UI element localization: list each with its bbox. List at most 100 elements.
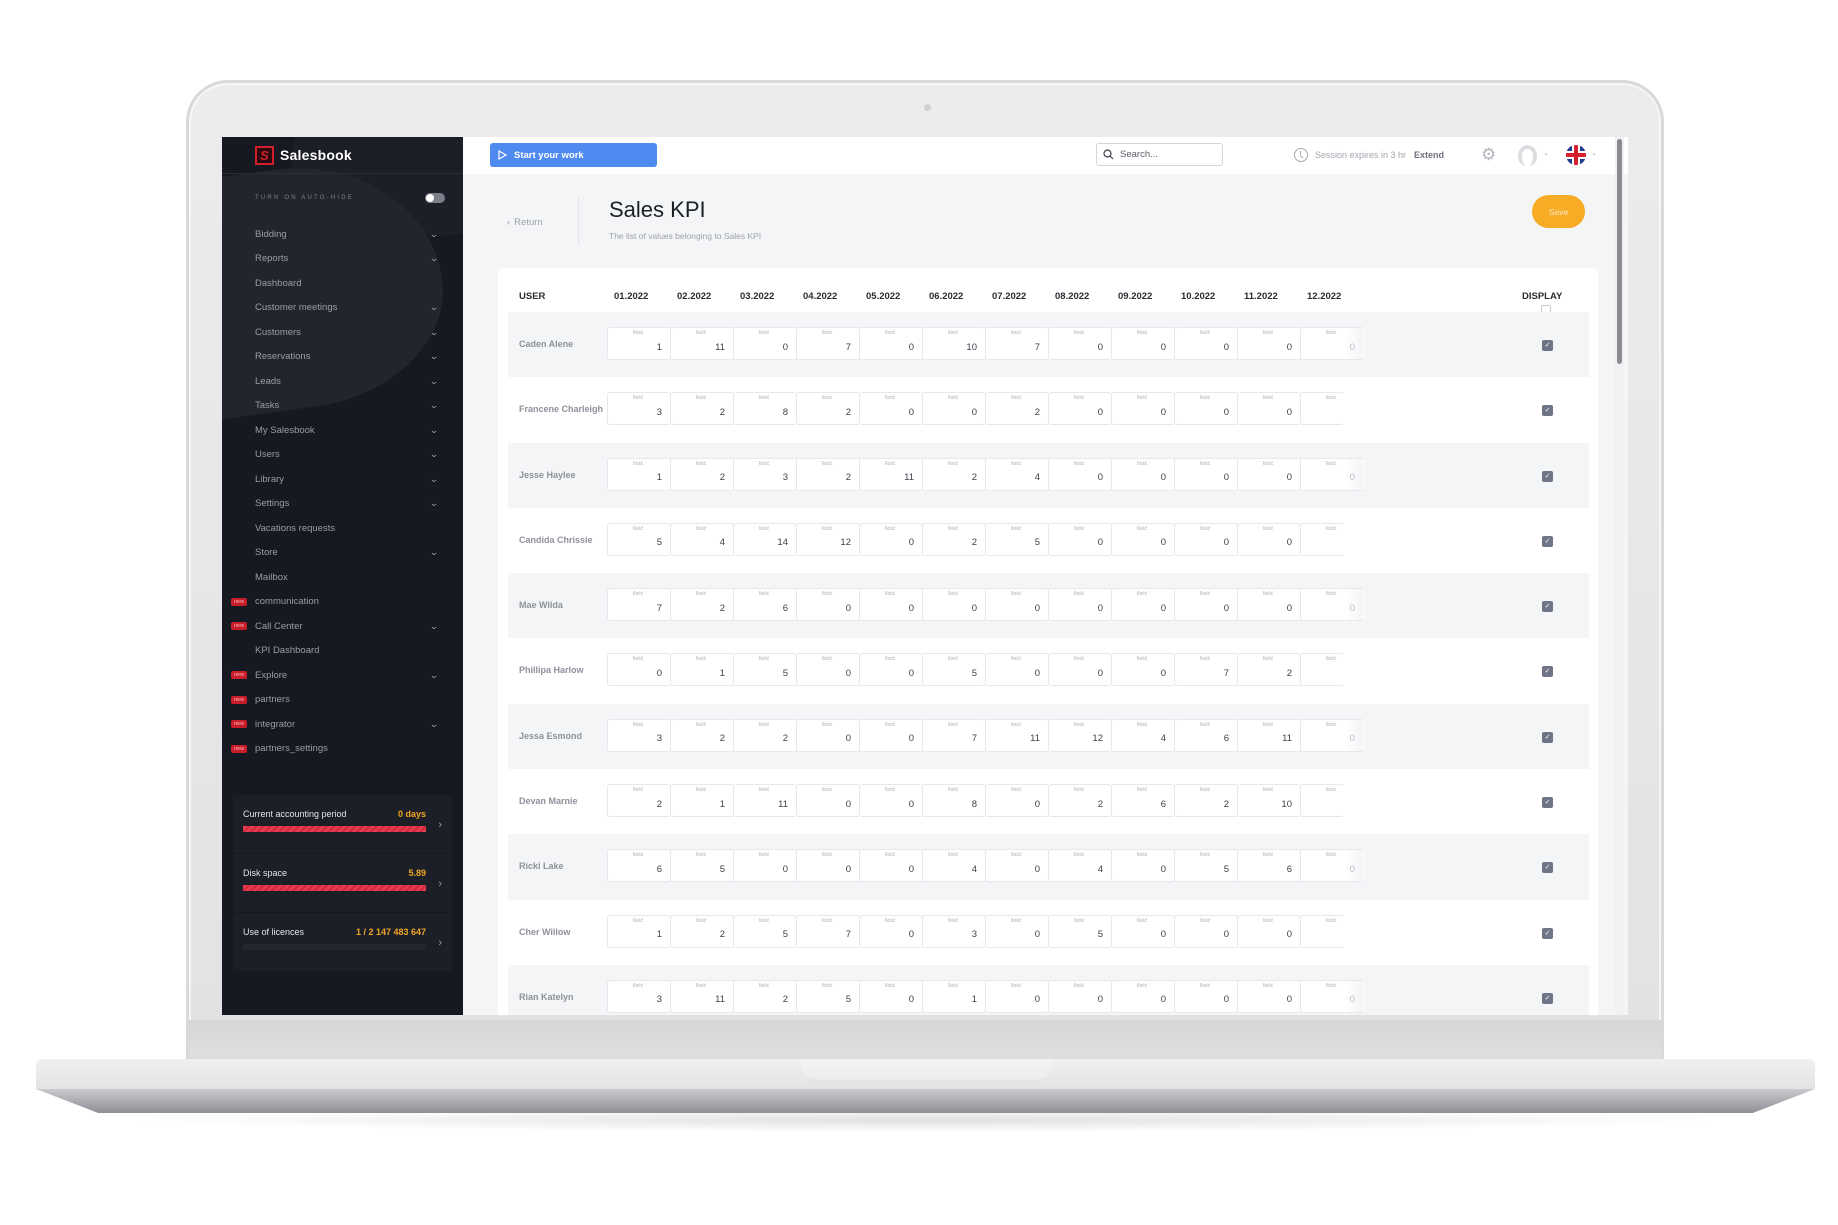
- kpi-value-field[interactable]: Ilość: [985, 914, 1049, 948]
- kpi-value-input[interactable]: [1051, 860, 1103, 879]
- kpi-value-field[interactable]: Ilość: [1237, 588, 1301, 622]
- kpi-value-input[interactable]: [862, 729, 914, 748]
- uk-flag-icon[interactable]: [1566, 145, 1586, 165]
- kpi-value-input[interactable]: [862, 533, 914, 552]
- kpi-value-field[interactable]: Ilość: [733, 718, 797, 752]
- kpi-value-input[interactable]: [1240, 403, 1292, 422]
- kpi-value-field[interactable]: Ilość: [1048, 979, 1112, 1013]
- sidebar-item-my-salesbook[interactable]: My Salesbook ⌄: [222, 418, 463, 443]
- kpi-value-field[interactable]: Ilość: [1300, 718, 1364, 752]
- kpi-value-field[interactable]: Ilość: [922, 327, 986, 360]
- sidebar-item-bidding[interactable]: Bidding ⌄: [222, 222, 463, 247]
- kpi-value-field[interactable]: Ilość: [1048, 653, 1112, 687]
- scrollbar-thumb[interactable]: [1617, 139, 1622, 364]
- kpi-value-field[interactable]: Ilość: [1300, 457, 1364, 491]
- kpi-value-input[interactable]: [736, 599, 788, 618]
- kpi-value-field[interactable]: Ilość: [670, 718, 734, 752]
- kpi-value-field[interactable]: Ilość: [1111, 784, 1175, 818]
- kpi-value-field[interactable]: Ilość: [1300, 392, 1344, 426]
- kpi-value-field[interactable]: Ilość: [1111, 588, 1175, 622]
- kpi-value-input[interactable]: [736, 860, 788, 879]
- kpi-value-input[interactable]: [736, 795, 788, 814]
- kpi-value-field[interactable]: Ilość: [985, 718, 1049, 752]
- kpi-value-input[interactable]: [610, 468, 662, 487]
- kpi-value-field[interactable]: Ilość: [1174, 392, 1238, 426]
- kpi-value-field[interactable]: Ilość: [1300, 588, 1364, 622]
- kpi-value-field[interactable]: Ilość: [733, 392, 797, 426]
- kpi-value-input[interactable]: [673, 468, 725, 487]
- kpi-value-field[interactable]: Ilość: [607, 392, 671, 426]
- kpi-value-input[interactable]: [925, 925, 977, 944]
- kpi-value-field[interactable]: Ilość: [733, 327, 797, 360]
- kpi-value-field[interactable]: Ilość: [733, 849, 797, 883]
- kpi-value-input[interactable]: [1240, 533, 1292, 552]
- kpi-value-input[interactable]: [862, 403, 914, 422]
- kpi-value-field[interactable]: Ilość: [1237, 653, 1301, 687]
- kpi-value-input[interactable]: [1177, 533, 1229, 552]
- gear-icon[interactable]: ⚙: [1481, 146, 1496, 163]
- kpi-value-field[interactable]: Ilość: [1300, 784, 1344, 818]
- kpi-value-input[interactable]: [925, 468, 977, 487]
- chevron-down-icon[interactable]: ⌄: [428, 498, 441, 509]
- kpi-value-input[interactable]: [1051, 468, 1103, 487]
- kpi-value-field[interactable]: Ilość: [985, 522, 1049, 556]
- sidebar-item-integrator[interactable]: new integrator ⌄: [222, 712, 463, 737]
- chevron-right-icon[interactable]: ›: [438, 878, 442, 890]
- kpi-value-input[interactable]: [1051, 795, 1103, 814]
- kpi-value-field[interactable]: Ilość: [607, 784, 671, 818]
- kpi-value-field[interactable]: Ilość: [1300, 849, 1364, 883]
- sidebar-item-store[interactable]: Store ⌄: [222, 541, 463, 566]
- kpi-value-input[interactable]: [799, 599, 851, 618]
- kpi-value-input[interactable]: [736, 729, 788, 748]
- kpi-value-input[interactable]: [1114, 338, 1166, 356]
- kpi-value-field[interactable]: Ilość: [922, 849, 986, 883]
- chevron-down-icon[interactable]: ⌄: [428, 425, 441, 436]
- kpi-value-field[interactable]: Ilość: [1048, 849, 1112, 883]
- kpi-value-field[interactable]: Ilość: [1300, 653, 1344, 687]
- sidebar-item-partners[interactable]: new partners: [222, 688, 463, 713]
- kpi-value-field[interactable]: Ilość: [796, 979, 860, 1013]
- kpi-value-input[interactable]: [1303, 729, 1355, 748]
- kpi-value-input[interactable]: [862, 664, 914, 683]
- kpi-value-input[interactable]: [673, 338, 725, 356]
- display-checkbox[interactable]: ✓: [1542, 601, 1553, 613]
- kpi-value-field[interactable]: Ilość: [670, 914, 734, 948]
- kpi-value-field[interactable]: Ilość: [1237, 849, 1301, 883]
- kpi-value-input[interactable]: [988, 468, 1040, 487]
- kpi-value-field[interactable]: Ilość: [1300, 914, 1344, 948]
- kpi-value-input[interactable]: [1240, 338, 1292, 356]
- kpi-value-field[interactable]: Ilość: [733, 784, 797, 818]
- kpi-value-input[interactable]: [1177, 468, 1229, 487]
- kpi-value-input[interactable]: [610, 795, 662, 814]
- kpi-value-input[interactable]: [610, 729, 662, 748]
- kpi-value-field[interactable]: Ilość: [1237, 392, 1301, 426]
- kpi-value-input[interactable]: [736, 664, 788, 683]
- kpi-value-field[interactable]: Ilość: [607, 457, 671, 491]
- kpi-value-field[interactable]: Ilość: [859, 522, 923, 556]
- kpi-value-input[interactable]: [1240, 795, 1292, 814]
- kpi-value-field[interactable]: Ilość: [1111, 718, 1175, 752]
- kpi-value-field[interactable]: Ilość: [1048, 718, 1112, 752]
- chevron-down-icon[interactable]: ⌄: [428, 253, 441, 264]
- kpi-value-input[interactable]: [1240, 860, 1292, 879]
- sidebar-item-vacations-requests[interactable]: Vacations requests: [222, 516, 463, 541]
- chevron-down-icon[interactable]: ⌄: [1591, 149, 1597, 157]
- kpi-value-input[interactable]: [925, 664, 977, 683]
- chevron-down-icon[interactable]: ⌄: [428, 376, 441, 387]
- search-input[interactable]: [1120, 149, 1215, 160]
- kpi-value-input[interactable]: [1177, 403, 1229, 422]
- kpi-value-field[interactable]: Ilość: [796, 849, 860, 883]
- kpi-value-input[interactable]: [1114, 990, 1166, 1009]
- kpi-value-field[interactable]: Ilość: [1237, 457, 1301, 491]
- kpi-value-input[interactable]: [862, 795, 914, 814]
- kpi-value-input[interactable]: [1051, 338, 1103, 356]
- kpi-value-input[interactable]: [1051, 664, 1103, 683]
- kpi-value-input[interactable]: [925, 599, 977, 618]
- chevron-down-icon[interactable]: ⌄: [428, 400, 441, 411]
- kpi-value-input[interactable]: [1114, 468, 1166, 487]
- kpi-value-input[interactable]: [1177, 990, 1229, 1009]
- kpi-value-input[interactable]: [799, 664, 851, 683]
- kpi-value-field[interactable]: Ilość: [733, 522, 797, 556]
- kpi-value-input[interactable]: [673, 990, 725, 1009]
- kpi-value-field[interactable]: Ilość: [922, 392, 986, 426]
